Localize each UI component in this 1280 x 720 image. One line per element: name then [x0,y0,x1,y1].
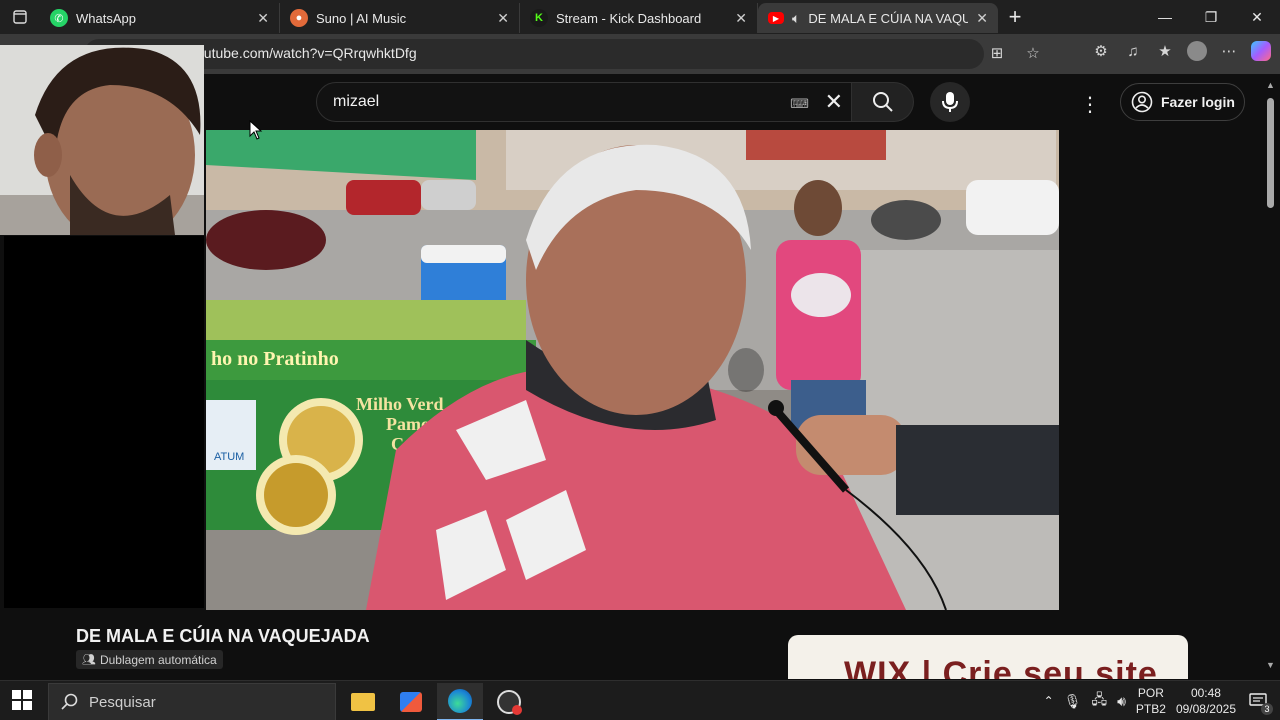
taskbar-edge[interactable] [437,683,483,720]
keyboard-layout: PTB2 [1135,702,1166,716]
copilot-icon[interactable] [1250,40,1272,62]
video-title: DE MALA E CÚIA NA VAQUEJADA [76,626,370,646]
menu-text-1: Milho Verd [356,394,444,414]
close-tab-icon[interactable]: ✕ [257,10,269,27]
ad-banner[interactable]: WIX | Crie seu site [788,635,1188,679]
suno-icon: ● [290,9,308,27]
tab-title: WhatsApp [76,10,136,26]
logo-text: ATUM [214,451,244,463]
tab-title: DE MALA E CÚIA NA VAQUE [808,10,969,26]
favorite-star-icon[interactable]: ☆ [1022,42,1044,64]
volume-icon[interactable]: 🔊︎ [1117,693,1126,710]
stall-sign-text: ho no Pratinho [211,348,339,370]
scroll-down-arrow-icon[interactable]: ▼ [1266,660,1275,670]
profile-avatar-icon[interactable] [1186,40,1208,62]
network-icon[interactable]: 🖧︎ [1091,689,1107,713]
video-frame: ho no Pratinho Milho Verd Pamo Car ATUM [206,130,1059,610]
extensions-icon[interactable]: ⚙ [1090,40,1112,62]
sign-in-label: Fazer login [1161,94,1235,110]
more-menu-icon[interactable]: ⋯ [1218,40,1240,62]
people-icon: 👥︎ [82,654,96,666]
tab-actions-icon [13,10,27,24]
store-icon [400,692,422,712]
search-icon [61,693,78,710]
account-icon [1131,91,1153,113]
microphone-icon [942,92,958,112]
new-tab-button[interactable]: + [998,4,1032,30]
clear-search-icon[interactable]: ✕ [825,89,843,115]
taskbar-store[interactable] [388,683,434,720]
microphone-tray-icon[interactable]: 🎙︎ [1064,693,1082,710]
favorites-icon[interactable]: ★ [1154,40,1176,62]
taskbar-obs[interactable] [486,683,532,720]
browser-tab-strip: ✆ WhatsApp ✕ ● Suno | AI Music ✕ K Strea… [0,0,1280,34]
windows-taskbar: Pesquisar ⌃ 🎙︎ 🖧︎ 🔊︎ POR PTB2 00:48 09/0… [0,680,1280,720]
webcam-black-area [4,236,204,608]
browser-toolbar: ⚙ ♫ ★ ⋯ [1090,40,1272,62]
edge-icon [448,689,472,713]
sign-in-button[interactable]: Fazer login [1120,83,1245,121]
whatsapp-icon: ✆ [50,9,68,27]
address-bar-icons: ⊞ ☆ [986,42,1044,64]
taskbar-search-box[interactable]: Pesquisar [48,683,336,720]
webcam-overlay [0,45,204,235]
tab-suno[interactable]: ● Suno | AI Music ✕ [280,3,520,33]
kick-icon: K [530,9,548,27]
taskbar-file-explorer[interactable] [340,683,386,720]
search-icon [872,92,893,112]
performance-icon[interactable]: ♫ [1122,40,1144,62]
start-button[interactable] [12,690,32,715]
voice-search-button[interactable] [930,82,970,122]
close-tab-icon[interactable]: ✕ [497,10,509,27]
page-scrollbar[interactable]: ▲ ▼ [1262,74,1280,678]
tab-title: Stream - Kick Dashboard [556,10,702,26]
clock[interactable]: 00:48 09/08/2025 [1176,685,1236,717]
window-controls: — ❐ ✕ [1142,0,1280,34]
ad-text: WIX | Crie seu site [844,655,1158,679]
clock-time: 00:48 [1190,686,1221,700]
settings-menu-icon[interactable]: ⋮ [1080,92,1100,117]
language-code: POR [1137,686,1164,700]
search-box[interactable]: mizael ⌨ ✕ [316,82,852,122]
mouse-cursor-icon [249,120,263,140]
minimize-button[interactable]: — [1142,0,1188,34]
keyboard-icon[interactable]: ⌨ [790,96,809,112]
speaker-icon[interactable]: 🔈︎ [792,10,800,27]
notification-center-button[interactable]: 3 [1246,689,1273,715]
youtube-icon: ▶ [768,12,784,24]
webcam-feed [0,45,204,235]
auto-dub-label: Dublagem automática [99,652,217,667]
system-tray: ⌃ 🎙︎ 🖧︎ 🔊︎ POR PTB2 00:48 09/08/2025 3 [1044,681,1280,720]
language-indicator[interactable]: POR PTB2 [1136,685,1166,717]
video-player[interactable]: ho no Pratinho Milho Verd Pamo Car ATUM [206,130,1059,610]
tab-whatsapp[interactable]: ✆ WhatsApp ✕ [40,3,280,33]
search-input[interactable]: mizael [333,93,379,111]
taskbar-search-placeholder: Pesquisar [89,693,156,711]
restore-button[interactable]: ❐ [1188,0,1234,34]
tab-actions-button[interactable] [0,0,40,34]
notification-count: 3 [1261,703,1273,715]
tab-kick[interactable]: K Stream - Kick Dashboard ✕ [520,3,758,33]
app-available-icon[interactable]: ⊞ [986,42,1008,64]
tab-youtube-active[interactable]: ▶ 🔈︎ DE MALA E CÚIA NA VAQUE ✕ [758,3,998,33]
tab-title: Suno | AI Music [316,10,407,26]
clock-date: 09/08/2025 [1175,702,1236,716]
url-text[interactable]: outube.com/watch?v=QRrqwhktDfg [196,45,417,61]
close-window-button[interactable]: ✕ [1234,0,1280,34]
screen: ✆ WhatsApp ✕ ● Suno | AI Music ✕ K Strea… [0,0,1280,720]
obs-icon [497,690,522,715]
search-button[interactable] [852,82,914,122]
close-tab-icon[interactable]: ✕ [976,10,988,27]
scroll-up-arrow-icon[interactable]: ▲ [1266,80,1275,90]
scroll-thumb[interactable] [1267,98,1274,208]
windows-logo-icon [12,690,32,710]
folder-icon [351,693,375,711]
show-hidden-icons-icon[interactable]: ⌃ [1044,694,1054,708]
auto-dub-badge[interactable]: 👥︎ Dublagem automática [76,650,223,669]
close-tab-icon[interactable]: ✕ [735,10,747,27]
